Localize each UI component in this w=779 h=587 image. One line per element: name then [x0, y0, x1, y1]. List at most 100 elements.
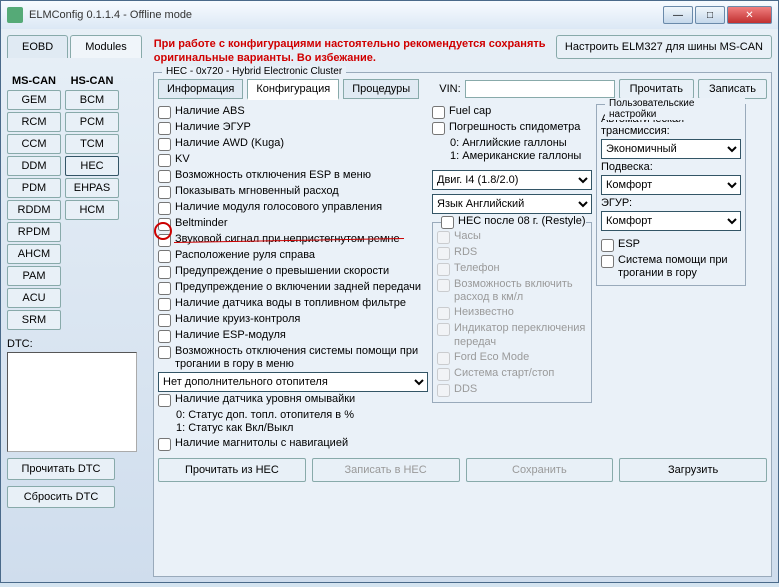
checkbox-item[interactable]: Наличие AWD (Kuga)	[158, 136, 428, 152]
checkbox[interactable]	[601, 255, 614, 268]
setup-elm-button[interactable]: Настроить ELM327 для шины MS-CAN	[556, 35, 772, 59]
checkbox[interactable]	[158, 330, 171, 343]
subtab-proc[interactable]: Процедуры	[343, 79, 419, 99]
checkbox[interactable]	[158, 106, 171, 119]
checkbox-item[interactable]: Наличие ЭГУР	[158, 120, 428, 136]
susp-label: Подвеска:	[601, 161, 741, 173]
checkbox[interactable]	[158, 394, 171, 407]
module-ahcm[interactable]: AHCM	[7, 244, 61, 264]
module-tcm[interactable]: TCM	[65, 134, 119, 154]
checkbox-item[interactable]: Возможность отключения ESP в меню	[158, 168, 428, 184]
checkbox[interactable]	[158, 438, 171, 451]
vin-input[interactable]	[465, 80, 615, 98]
app-icon	[7, 7, 23, 23]
egur-select[interactable]: Комфорт	[601, 211, 741, 231]
checkbox-item[interactable]: Наличие датчика воды в топливном фильтре	[158, 296, 428, 312]
checkbox-item: DDS	[437, 382, 587, 398]
module-hec[interactable]: HEC	[65, 156, 119, 176]
reset-dtc-button[interactable]: Сбросить DTC	[7, 486, 115, 508]
checkbox-item[interactable]: Наличие датчика уровня омывайки	[158, 392, 428, 408]
module-bcm[interactable]: BCM	[65, 90, 119, 110]
write-hec-button[interactable]: Записать в HEC	[312, 458, 460, 482]
heater-select[interactable]: Нет дополнительного отопителя	[158, 372, 428, 392]
read-hec-button[interactable]: Прочитать из HEC	[158, 458, 306, 482]
module-pcm[interactable]: PCM	[65, 112, 119, 132]
checkbox-item[interactable]: Предупреждение о включении задней переда…	[158, 280, 428, 296]
checkbox-item[interactable]: Beltminder	[158, 216, 428, 232]
module-rpdm[interactable]: RPDM	[7, 222, 61, 242]
checkbox-item[interactable]: KV	[158, 152, 428, 168]
checkbox[interactable]	[158, 218, 171, 231]
checkbox[interactable]	[158, 282, 171, 295]
trans-select[interactable]: Экономичный	[601, 139, 741, 159]
checkbox	[437, 368, 450, 381]
write-button[interactable]: Записать	[698, 79, 767, 99]
checkbox[interactable]	[432, 122, 445, 135]
checkbox-item[interactable]: Звуковой сигнал при непристегнутом ремне	[158, 232, 428, 248]
checkbox	[437, 384, 450, 397]
checkbox[interactable]	[432, 106, 445, 119]
lang-select[interactable]: Язык Английский	[432, 194, 592, 214]
checkbox-item: Часы	[437, 229, 587, 245]
checkbox	[437, 352, 450, 365]
save-button[interactable]: Сохранить	[466, 458, 614, 482]
checkbox[interactable]	[158, 346, 171, 359]
module-rddm[interactable]: RDDM	[7, 200, 61, 220]
checkbox[interactable]	[158, 250, 171, 263]
checkbox[interactable]	[158, 154, 171, 167]
subtab-info[interactable]: Информация	[158, 79, 243, 99]
susp-select[interactable]: Комфорт	[601, 175, 741, 195]
checkbox-item[interactable]: ESP	[601, 237, 741, 253]
minimize-button[interactable]: —	[663, 6, 693, 24]
checkbox-item[interactable]: Наличие ABS	[158, 104, 428, 120]
mscan-header: MS-CAN	[7, 72, 61, 90]
checkbox[interactable]	[158, 186, 171, 199]
checkbox[interactable]	[158, 298, 171, 311]
checkbox-item[interactable]: Наличие магнитолы с навигацией	[158, 436, 428, 452]
checkbox-item[interactable]: Наличие ESP-модуля	[158, 328, 428, 344]
checkbox-item[interactable]: Расположение руля справа	[158, 248, 428, 264]
module-hcm[interactable]: HCM	[65, 200, 119, 220]
load-button[interactable]: Загрузить	[619, 458, 767, 482]
checkbox[interactable]	[158, 202, 171, 215]
checkbox-item[interactable]: Предупреждение о превышении скорости	[158, 264, 428, 280]
checkbox-item[interactable]: Показывать мгновенный расход	[158, 184, 428, 200]
checkbox-item[interactable]: Возможность отключения системы помощи пр…	[158, 344, 428, 372]
checkbox[interactable]	[158, 122, 171, 135]
module-gem[interactable]: GEM	[7, 90, 61, 110]
close-button[interactable]: ✕	[727, 6, 772, 24]
checkbox-item[interactable]: Система помощи при трогании в гору	[601, 253, 741, 281]
module-ddm[interactable]: DDM	[7, 156, 61, 176]
checkbox[interactable]	[158, 266, 171, 279]
engine-select[interactable]: Двиг. I4 (1.8/2.0)	[432, 170, 592, 190]
restyle-checkbox[interactable]	[441, 216, 454, 229]
tab-eobd[interactable]: EOBD	[7, 35, 68, 58]
tab-modules[interactable]: Modules	[70, 35, 142, 58]
checkbox-item: Телефон	[437, 261, 587, 277]
dtc-list[interactable]	[7, 352, 137, 452]
checkbox-item[interactable]: Fuel cap	[432, 104, 592, 120]
module-srm[interactable]: SRM	[7, 310, 61, 330]
module-ccm[interactable]: CCM	[7, 134, 61, 154]
checkbox-item[interactable]: Наличие модуля голосового управления	[158, 200, 428, 216]
checkbox[interactable]	[158, 314, 171, 327]
module-pam[interactable]: PAM	[7, 266, 61, 286]
egur-label: ЭГУР:	[601, 197, 741, 209]
module-pdm[interactable]: PDM	[7, 178, 61, 198]
checkbox[interactable]	[158, 170, 171, 183]
checkbox[interactable]	[158, 234, 171, 247]
maximize-button[interactable]: □	[695, 6, 725, 24]
checkbox[interactable]	[158, 138, 171, 151]
static-text: 0: Английские галлоны 1: Американские га…	[432, 136, 592, 164]
module-ehpas[interactable]: EHPAS	[65, 178, 119, 198]
module-acu[interactable]: ACU	[7, 288, 61, 308]
checkbox-item: Неизвестно	[437, 305, 587, 321]
module-rcm[interactable]: RCM	[7, 112, 61, 132]
read-dtc-button[interactable]: Прочитать DTC	[7, 458, 115, 480]
read-button[interactable]: Прочитать	[619, 79, 694, 99]
checkbox[interactable]	[601, 239, 614, 252]
checkbox-item[interactable]: Погрешность спидометра	[432, 120, 592, 136]
checkbox	[437, 263, 450, 276]
subtab-config[interactable]: Конфигурация	[247, 79, 339, 100]
checkbox-item[interactable]: Наличие круиз-контроля	[158, 312, 428, 328]
